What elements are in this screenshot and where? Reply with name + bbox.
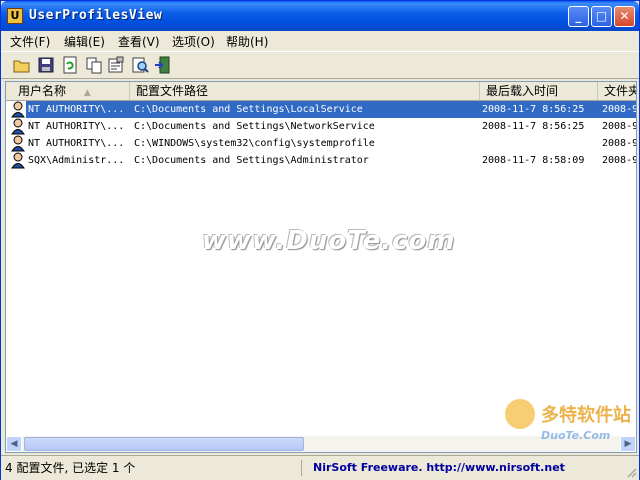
resize-grip-icon[interactable] (625, 466, 637, 478)
cell-profile-path: C:\Documents and Settings\LocalService (130, 101, 480, 118)
cell-user-name: NT AUTHORITY\... (28, 138, 125, 149)
minimize-button[interactable]: _ (568, 6, 589, 27)
column-folder[interactable]: 文件夹 (598, 82, 636, 100)
logo-title: 多特软件站 (541, 405, 631, 426)
cell-folder: 2008-9 (598, 101, 636, 118)
table-row[interactable]: SQX\Administr... C:\Documents and Settin… (6, 152, 637, 169)
watermark-text: www.DuoTe.com (202, 226, 456, 256)
menu-options[interactable]: 选项(O) (172, 33, 215, 50)
list-header: 用户名称 ▲ 配置文件路径 最后载入时间 文件夹 (6, 82, 636, 101)
exit-icon[interactable] (153, 56, 171, 74)
refresh-icon[interactable] (61, 56, 79, 74)
cell-last-load-time: 2008-11-7 8:56:25 (482, 121, 585, 132)
folder-open-icon[interactable] (13, 56, 31, 74)
copy-icon[interactable] (85, 56, 103, 74)
column-profile-path[interactable]: 配置文件路径 (130, 82, 480, 100)
window-title: UserProfilesView (29, 8, 163, 23)
user-icon (11, 152, 25, 169)
cell-user-name: SQX\Administr... (28, 155, 125, 166)
user-icon (11, 135, 25, 152)
scroll-thumb[interactable] (24, 437, 304, 451)
column-user-name[interactable]: 用户名称 ▲ (6, 82, 130, 100)
save-icon[interactable] (37, 56, 55, 74)
cell-user-name: NT AUTHORITY\... (26, 101, 130, 118)
cell-last-load-time: 2008-11-7 8:56:25 (478, 101, 600, 118)
app-icon: U (7, 8, 23, 24)
cell-folder: 2008-9 (602, 121, 637, 132)
app-window: U UserProfilesView _ □ ✕ 文件(F) 编辑(E) 查看(… (0, 0, 640, 480)
cell-last-load-time (478, 135, 600, 152)
scroll-left-arrow-icon[interactable]: ◀ (6, 436, 22, 452)
properties-icon[interactable] (107, 56, 125, 74)
column-label: 用户名称 (18, 84, 67, 98)
cell-profile-path: C:\Documents and Settings\NetworkService (134, 121, 375, 132)
cell-folder: 2008-9 (602, 155, 637, 166)
user-icon (11, 118, 25, 135)
toolbar (1, 51, 639, 79)
table-row[interactable]: NT AUTHORITY\... C:\WINDOWS\system32\con… (6, 135, 637, 152)
menu-file[interactable]: 文件(F) (10, 33, 50, 50)
logo-mascot-icon (505, 399, 535, 429)
duote-logo: 多特软件站 DuoTe.Com (501, 399, 637, 455)
title-bar[interactable]: U UserProfilesView _ □ ✕ (1, 1, 639, 31)
menu-bar: 文件(F) 编辑(E) 查看(V) 选项(O) 帮助(H) (1, 31, 639, 51)
find-icon[interactable] (131, 56, 149, 74)
cell-folder: 2008-9 (602, 138, 637, 149)
profiles-list[interactable]: 用户名称 ▲ 配置文件路径 最后载入时间 文件夹 NT AUTHORITY\..… (5, 81, 637, 453)
logo-sub: DuoTe.Com (541, 429, 611, 442)
status-bar: 4 配置文件, 已选定 1 个 NirSoft Freeware. http:/… (1, 455, 639, 480)
menu-help[interactable]: 帮助(H) (226, 33, 268, 50)
cell-last-load-time: 2008-11-7 8:58:09 (482, 155, 585, 166)
cell-profile-path: C:\WINDOWS\system32\config\systemprofile (134, 138, 375, 149)
status-count: 4 配置文件, 已选定 1 个 (5, 460, 302, 476)
maximize-button[interactable]: □ (591, 6, 612, 27)
cell-profile-path: C:\Documents and Settings\Administrator (134, 155, 369, 166)
menu-edit[interactable]: 编辑(E) (64, 33, 105, 50)
cell-user-name: NT AUTHORITY\... (28, 121, 125, 132)
menu-view[interactable]: 查看(V) (118, 33, 160, 50)
table-row[interactable]: NT AUTHORITY\... C:\Documents and Settin… (6, 101, 636, 118)
column-last-load-time[interactable]: 最后载入时间 (480, 82, 598, 100)
nirsoft-link[interactable]: NirSoft Freeware. http://www.nirsoft.net (313, 460, 565, 476)
close-button[interactable]: ✕ (614, 6, 635, 27)
table-row[interactable]: NT AUTHORITY\... C:\Documents and Settin… (6, 118, 637, 135)
sort-arrow-icon: ▲ (83, 88, 91, 98)
user-icon (11, 101, 25, 118)
